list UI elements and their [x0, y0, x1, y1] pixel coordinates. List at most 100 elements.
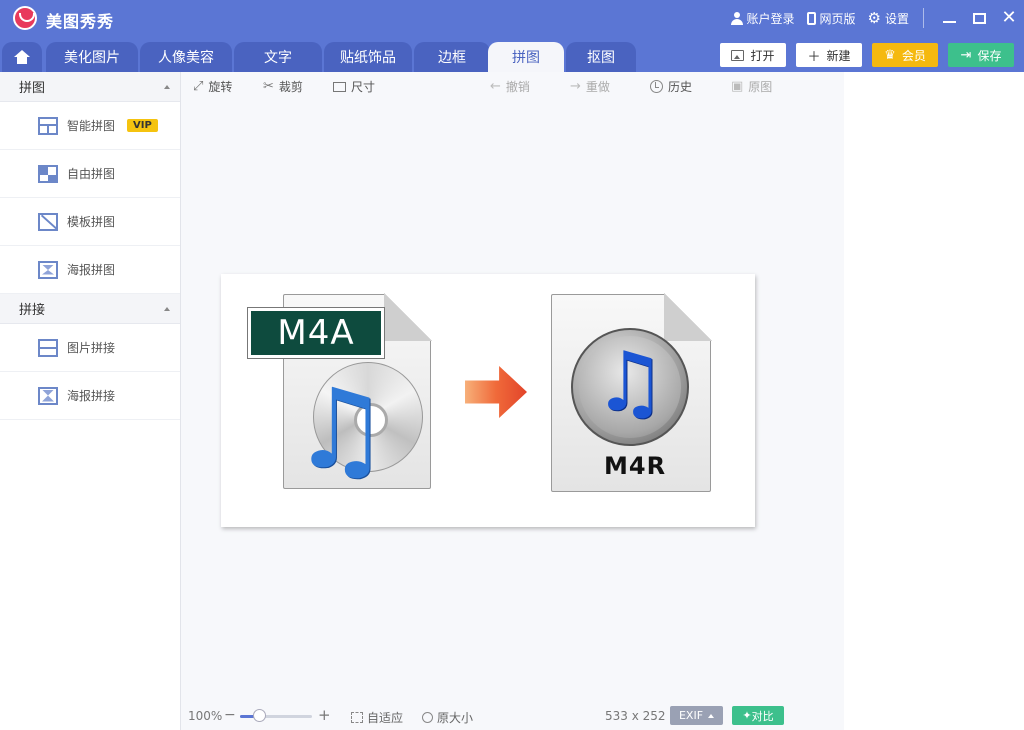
template-collage-icon — [38, 212, 58, 231]
tab-portrait[interactable]: 人像美容 — [140, 42, 232, 72]
page-fold — [384, 293, 432, 341]
original-button[interactable]: ▣ 原图 — [731, 78, 772, 95]
redo-label: 重做 — [585, 80, 610, 94]
sidebar-item-free-collage[interactable]: 自由拼图 — [0, 150, 180, 198]
open-button[interactable]: 打开 — [720, 43, 786, 67]
m4a-label: M4A — [248, 308, 384, 358]
open-label: 打开 — [750, 48, 775, 63]
undo-arrow-icon: ← — [490, 79, 501, 94]
sidebar-group-collage[interactable]: 拼图 — [0, 72, 180, 102]
history-label: 历史 — [668, 80, 693, 94]
clock-icon — [650, 80, 663, 93]
collapse-caret-icon — [164, 84, 170, 89]
title-bar: 美图秀秀 账户登录 网页版 ⚙ 设置 ✕ — [0, 0, 1024, 36]
rotate-button[interactable]: ⤢ 旋转 — [193, 78, 232, 95]
minimize-button[interactable] — [934, 0, 964, 36]
poster-stitch-icon — [38, 386, 58, 405]
sidebar-item-label: 模板拼图 — [67, 215, 116, 229]
compare-label: 对比 — [751, 709, 774, 723]
fit-label: 自适应 — [367, 711, 404, 725]
tab-stickers[interactable]: 贴纸饰品 — [324, 42, 412, 72]
tab-beautify[interactable]: 美化图片 — [46, 42, 138, 72]
zoom-slider-handle[interactable] — [253, 709, 267, 722]
vip-badge: VIP — [127, 119, 158, 132]
rotate-icon: ⤢ — [193, 79, 204, 94]
picture-icon: ▣ — [731, 79, 744, 94]
tab-collage[interactable]: 拼图 — [488, 42, 564, 72]
tab-bar: 美化图片 人像美容 文字 贴纸饰品 边框 拼图 抠图 打开 ＋ 新建 ♛ 会员 … — [0, 36, 1024, 72]
exif-button[interactable]: EXIF — [670, 706, 723, 725]
minimize-icon — [942, 21, 956, 23]
compare-button[interactable]: ✦ 对比 — [732, 706, 784, 725]
image-canvas[interactable]: ♫ M4A ♫ M4R — [221, 274, 755, 527]
divider — [923, 8, 924, 28]
redo-button[interactable]: → 重做 — [570, 78, 610, 95]
image-icon — [731, 49, 745, 61]
tab-text[interactable]: 文字 — [234, 42, 322, 72]
edit-toolbar: ⤢ 旋转 ✂ 裁剪 尺寸 ← 撤销 → 重做 历史 ▣ 原图 — [181, 72, 844, 100]
login-button[interactable]: 账户登录 — [730, 10, 795, 27]
poster-collage-icon — [38, 260, 58, 279]
zoom-in-button[interactable]: + — [318, 706, 331, 724]
zoom-level: 100% — [188, 709, 223, 723]
crop-label: 裁剪 — [278, 80, 303, 94]
login-label: 账户登录 — [746, 11, 795, 26]
vip-button[interactable]: ♛ 会员 — [872, 43, 938, 67]
sidebar-item-image-stitch[interactable]: 图片拼接 — [0, 324, 180, 372]
sidebar-item-label: 海报拼接 — [67, 389, 116, 403]
music-note-icon: ♫ — [291, 365, 390, 493]
right-panel — [844, 72, 1024, 730]
home-button[interactable] — [2, 42, 42, 72]
close-icon: ✕ — [1001, 7, 1017, 28]
settings-button[interactable]: ⚙ 设置 — [868, 10, 909, 27]
new-button[interactable]: ＋ 新建 — [796, 43, 862, 67]
redo-arrow-icon: → — [570, 79, 581, 94]
sidebar-item-smart-collage[interactable]: 智能拼图 VIP — [0, 102, 180, 150]
original-label: 原图 — [748, 80, 773, 94]
app-title: 美图秀秀 — [46, 12, 115, 31]
magnifier-icon — [422, 712, 433, 723]
crown-icon: ♛ — [884, 47, 896, 63]
maximize-button[interactable] — [964, 0, 994, 36]
tab-cutout[interactable]: 抠图 — [566, 42, 636, 72]
fit-window-button[interactable]: 自适应 — [351, 709, 403, 726]
sidebar-group-title: 拼图 — [19, 81, 46, 96]
size-button[interactable]: 尺寸 — [333, 78, 375, 95]
sidebar-group-stitch[interactable]: 拼接 — [0, 294, 180, 324]
tab-frames[interactable]: 边框 — [414, 42, 490, 72]
sidebar-item-poster-stitch[interactable]: 海报拼接 — [0, 372, 180, 420]
exif-label: EXIF — [678, 709, 704, 722]
sidebar: 拼图 智能拼图 VIP 自由拼图 模板拼图 海报拼图 拼接 图片拼接 海报拼接 — [0, 72, 181, 730]
history-button[interactable]: 历史 — [650, 78, 692, 95]
smart-collage-icon — [38, 116, 58, 135]
zoom-slider[interactable] — [240, 715, 312, 718]
rotate-label: 旋转 — [208, 80, 233, 94]
undo-label: 撤销 — [505, 80, 530, 94]
web-version-button[interactable]: 网页版 — [806, 10, 856, 27]
sidebar-item-poster-collage[interactable]: 海报拼图 — [0, 246, 180, 294]
titlebar-controls: 账户登录 网页版 ⚙ 设置 ✕ — [730, 0, 1024, 36]
save-label: 保存 — [977, 48, 1002, 63]
save-button[interactable]: ⇥ 保存 — [948, 43, 1014, 67]
sidebar-item-template-collage[interactable]: 模板拼图 — [0, 198, 180, 246]
undo-button[interactable]: ← 撤销 — [490, 78, 530, 95]
sparkle-icon: ✦ — [742, 709, 752, 722]
original-size-label: 原大小 — [437, 711, 474, 725]
sidebar-group-title: 拼接 — [19, 303, 46, 318]
zoom-out-button[interactable]: − — [224, 707, 236, 723]
app-logo-icon — [13, 6, 37, 30]
maximize-icon — [972, 12, 986, 24]
sidebar-item-label: 海报拼图 — [67, 263, 116, 277]
phone-icon — [806, 11, 816, 25]
gear-icon: ⚙ — [867, 8, 881, 27]
new-label: 新建 — [826, 48, 851, 63]
crop-button[interactable]: ✂ 裁剪 — [263, 78, 303, 95]
music-note-icon: ♫ — [593, 335, 667, 430]
free-collage-icon — [38, 164, 58, 183]
original-size-button[interactable]: 原大小 — [422, 709, 473, 726]
vip-label: 会员 — [901, 48, 926, 63]
user-icon — [730, 11, 743, 25]
close-button[interactable]: ✕ — [994, 0, 1024, 36]
plus-icon: ＋ — [807, 49, 821, 65]
image-stitch-icon — [38, 338, 58, 357]
